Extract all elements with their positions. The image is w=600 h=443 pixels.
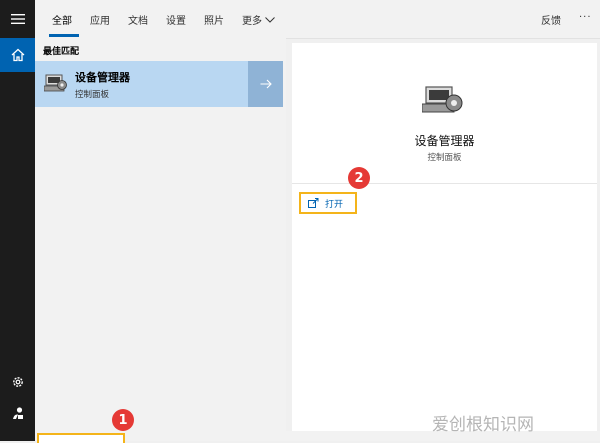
annotation-badge-2: 2 <box>348 167 370 189</box>
arrow-right-icon <box>260 79 272 89</box>
active-tab-indicator <box>49 34 79 37</box>
nav-rail <box>0 0 35 441</box>
open-button-label: 打开 <box>325 199 344 210</box>
detail-divider <box>292 183 597 184</box>
tab-more[interactable]: 更多 <box>242 12 275 27</box>
detail-pane: 设备管理器 控制面板 打开 <box>292 43 597 433</box>
detail-subtitle: 控制面板 <box>427 153 462 163</box>
best-match-result[interactable]: 设备管理器 控制面板 <box>35 61 248 107</box>
tab-photos[interactable]: 照片 <box>204 12 224 27</box>
best-match-heading: 最佳匹配 <box>43 47 80 57</box>
open-button[interactable]: 打开 <box>299 192 357 214</box>
watermark-text: 爱创根知识网 <box>432 415 534 435</box>
device-manager-icon <box>43 72 68 98</box>
feedback-link[interactable]: 反馈 <box>541 12 561 27</box>
tab-all[interactable]: 全部 <box>52 12 72 27</box>
results-pane: 最佳匹配 设备管理器 控制面板 <box>35 38 286 431</box>
result-title: 设备管理器 <box>75 71 130 84</box>
tab-more-label: 更多 <box>242 16 262 27</box>
detail-title: 设备管理器 <box>414 134 475 148</box>
tab-apps[interactable]: 应用 <box>90 12 110 27</box>
tab-documents[interactable]: 文档 <box>128 12 148 27</box>
tab-settings[interactable]: 设置 <box>166 12 186 27</box>
chevron-down-icon <box>265 16 275 23</box>
search-panel: 全部 应用 文档 设置 照片 更多 反馈 ··· 最佳匹配 设备管理器 控制面板… <box>35 0 600 443</box>
result-subtitle: 控制面板 <box>75 90 110 100</box>
settings-gear-icon[interactable] <box>0 365 35 399</box>
tab-bar: 全部 应用 文档 设置 照片 更多 反馈 ··· <box>35 0 600 39</box>
open-window-icon <box>308 198 319 208</box>
more-options-button[interactable]: ··· <box>579 12 592 23</box>
device-manager-large-icon <box>421 83 464 121</box>
open-detail-arrow-button[interactable] <box>248 61 283 107</box>
home-icon[interactable] <box>0 38 35 72</box>
hamburger-menu-icon[interactable] <box>0 2 35 36</box>
user-account-icon[interactable] <box>0 396 35 430</box>
search-input[interactable] <box>37 433 125 443</box>
annotation-badge-1: 1 <box>112 409 134 431</box>
